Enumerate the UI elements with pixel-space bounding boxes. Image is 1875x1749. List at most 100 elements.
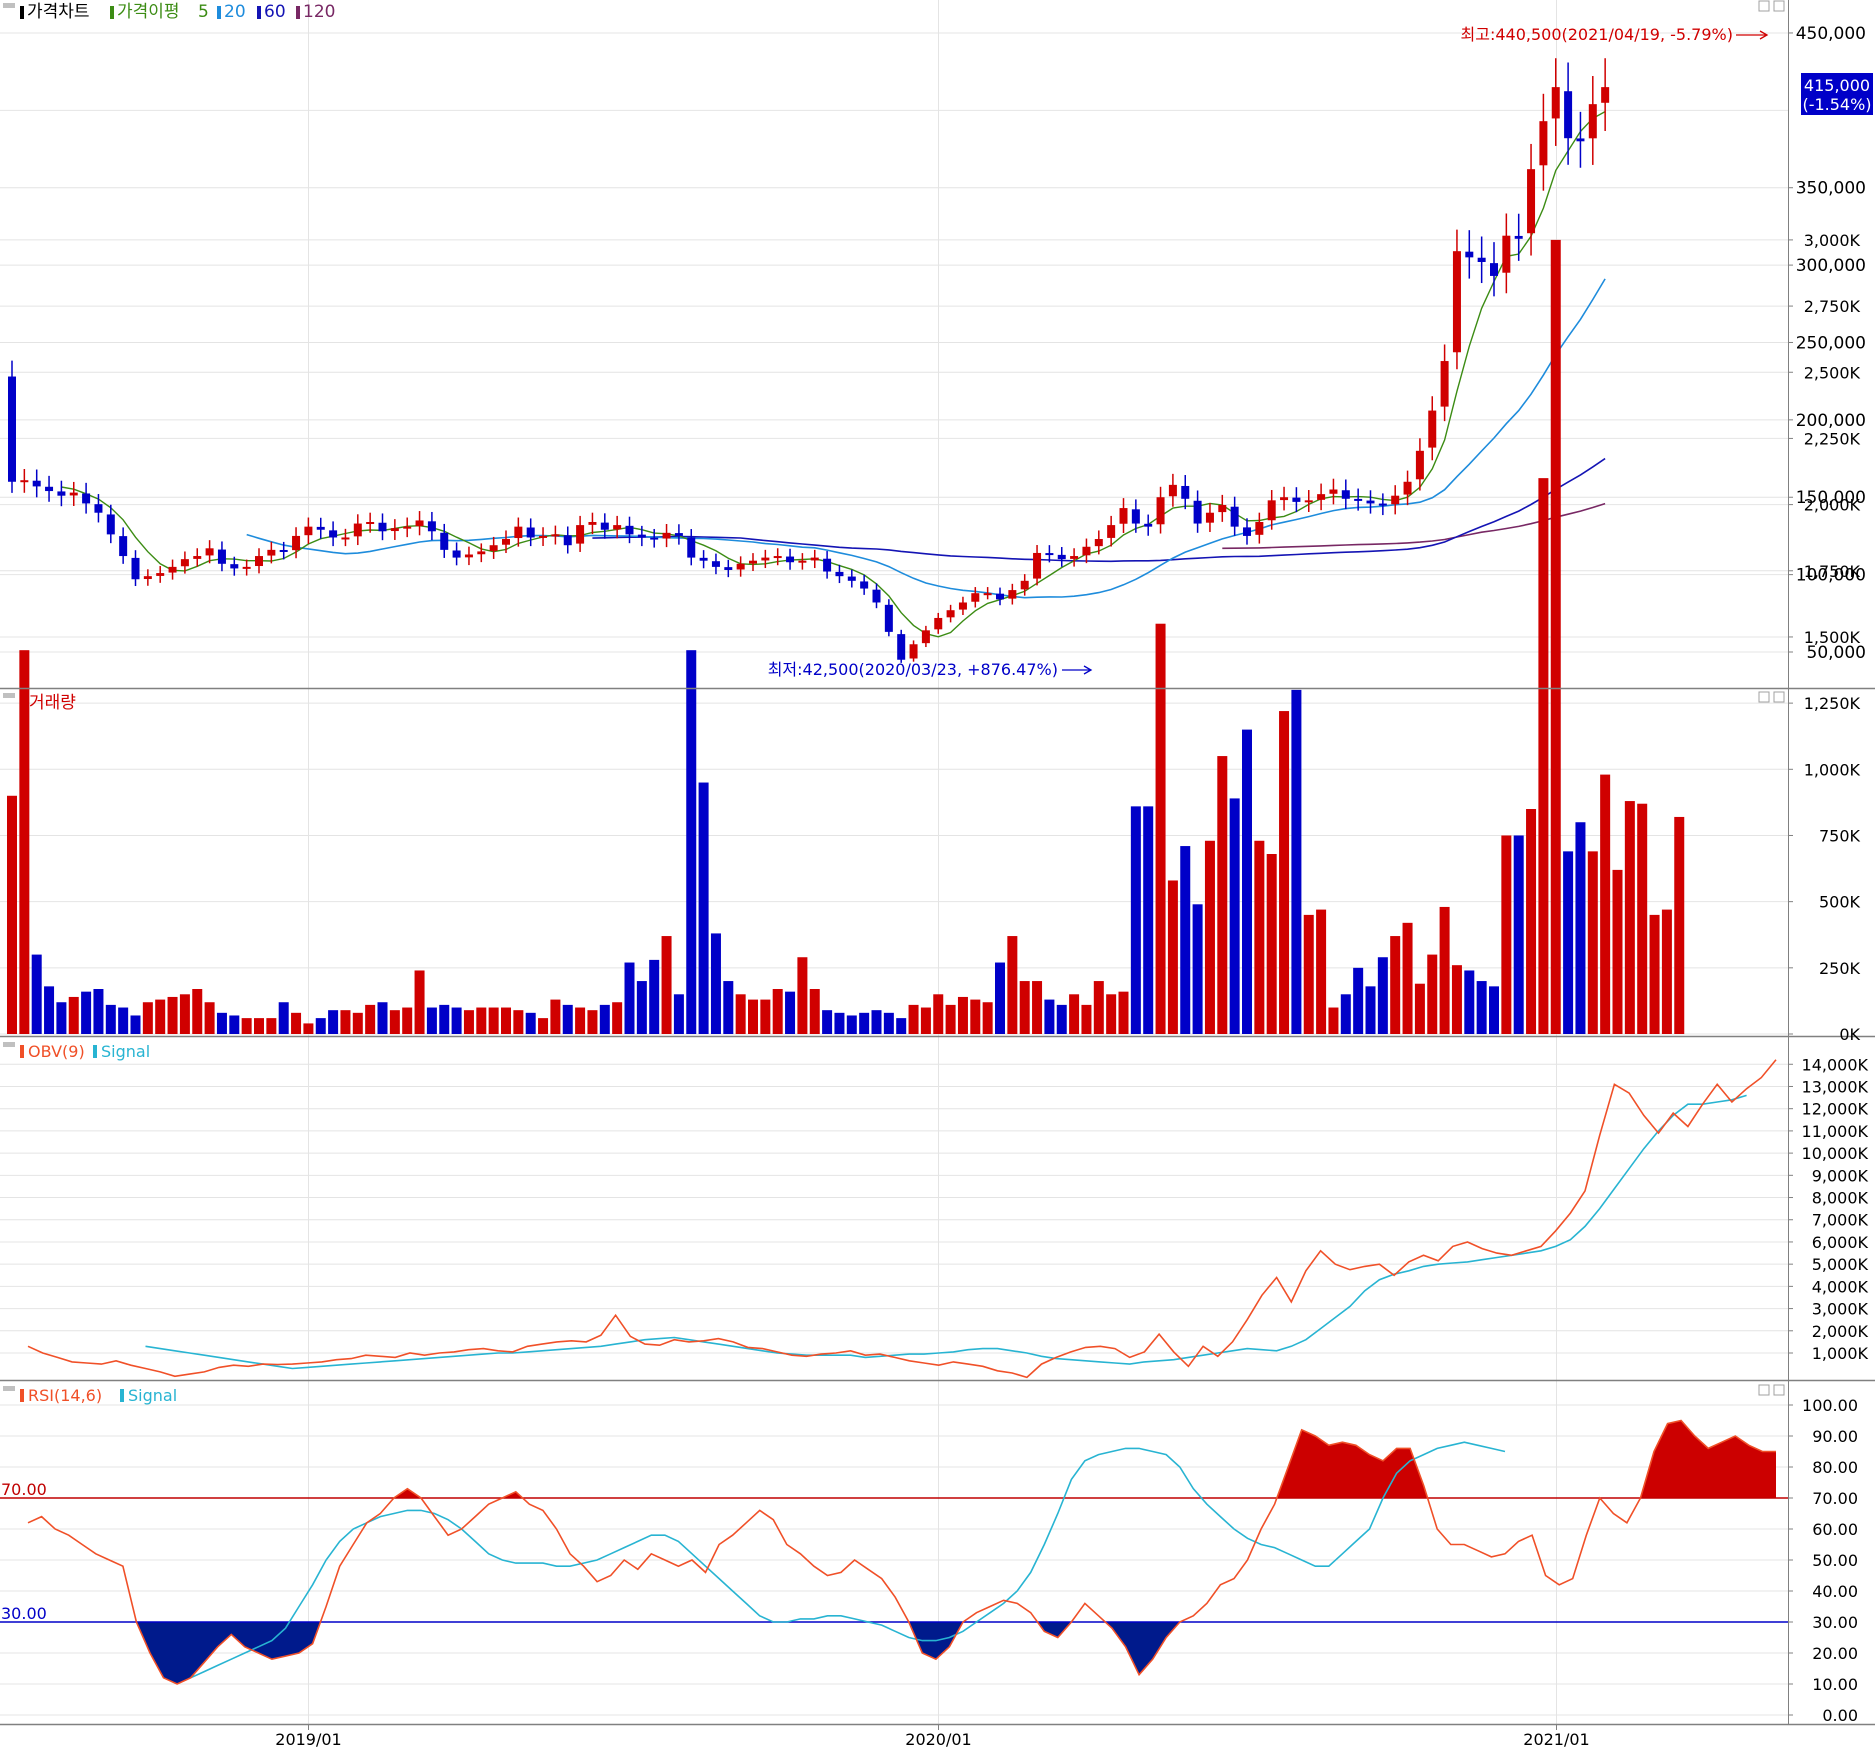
candle[interactable] bbox=[1057, 547, 1066, 567]
volume-bar[interactable] bbox=[920, 1007, 931, 1034]
candle[interactable] bbox=[1119, 498, 1128, 533]
candle-body[interactable] bbox=[600, 522, 609, 530]
volume-bar[interactable] bbox=[538, 1018, 549, 1034]
volume-bar[interactable] bbox=[1587, 851, 1598, 1034]
candles[interactable] bbox=[8, 58, 1610, 663]
volume-bar[interactable] bbox=[1563, 851, 1574, 1034]
volume-bar[interactable] bbox=[599, 1004, 610, 1034]
volume-bar[interactable] bbox=[587, 1010, 598, 1034]
volume-bar[interactable] bbox=[1044, 999, 1055, 1034]
candle-body[interactable] bbox=[8, 376, 16, 482]
candle[interactable] bbox=[353, 514, 362, 546]
volume-bar[interactable] bbox=[550, 999, 561, 1034]
candle-body[interactable] bbox=[366, 522, 375, 525]
volume-bar[interactable] bbox=[1056, 1004, 1067, 1034]
volume-bar[interactable] bbox=[155, 999, 166, 1034]
candle[interactable] bbox=[168, 559, 177, 580]
candle[interactable] bbox=[1008, 583, 1017, 605]
volume-bar[interactable] bbox=[1130, 806, 1141, 1034]
candle-body[interactable] bbox=[180, 559, 189, 567]
volume-bar[interactable] bbox=[661, 936, 672, 1034]
candle[interactable] bbox=[588, 512, 597, 535]
volume-bar[interactable] bbox=[1204, 840, 1215, 1034]
volume-bar[interactable] bbox=[513, 1010, 524, 1034]
volume-bar[interactable] bbox=[241, 1018, 252, 1034]
candle-body[interactable] bbox=[514, 526, 523, 539]
candle-body[interactable] bbox=[452, 550, 461, 558]
volume-bar[interactable] bbox=[68, 996, 79, 1034]
candle[interactable] bbox=[996, 587, 1004, 606]
volume-bar[interactable] bbox=[612, 1002, 623, 1034]
candle[interactable] bbox=[255, 548, 263, 574]
candle-body[interactable] bbox=[242, 566, 251, 569]
volume-bar[interactable] bbox=[365, 1004, 376, 1034]
candle-body[interactable] bbox=[1243, 527, 1251, 536]
candle[interactable] bbox=[1452, 229, 1461, 370]
candle-body[interactable] bbox=[736, 563, 745, 570]
candle[interactable] bbox=[1156, 486, 1165, 534]
candle-body[interactable] bbox=[934, 617, 943, 630]
candle[interactable] bbox=[57, 480, 66, 507]
candle-body[interactable] bbox=[156, 573, 165, 576]
candle-body[interactable] bbox=[1477, 257, 1486, 263]
volume-bar[interactable] bbox=[760, 999, 771, 1034]
panel-handle-icon[interactable] bbox=[3, 3, 15, 8]
volume-bar[interactable] bbox=[1081, 1004, 1092, 1034]
volume-bar[interactable] bbox=[1266, 854, 1277, 1034]
volume-bar[interactable] bbox=[1550, 239, 1561, 1034]
candle-body[interactable] bbox=[1341, 490, 1350, 499]
candle[interactable] bbox=[613, 515, 622, 539]
candle-body[interactable] bbox=[1267, 500, 1276, 521]
price-panel[interactable]: 최고:440,500(2021/04/19, -5.79%) 최저:42,500(… bbox=[8, 25, 1769, 679]
candle-body[interactable] bbox=[1082, 546, 1091, 556]
candle[interactable] bbox=[1465, 230, 1474, 279]
volume-bar[interactable] bbox=[834, 1012, 845, 1034]
candle-body[interactable] bbox=[106, 514, 115, 535]
candle-body[interactable] bbox=[576, 525, 585, 544]
candle[interactable] bbox=[1033, 545, 1042, 586]
volume-bar[interactable] bbox=[945, 1004, 956, 1034]
candle-body[interactable] bbox=[292, 535, 301, 551]
candle-body[interactable] bbox=[1292, 497, 1301, 502]
candle-body[interactable] bbox=[502, 539, 510, 545]
candle-body[interactable] bbox=[1391, 495, 1400, 505]
candle[interactable] bbox=[909, 640, 918, 662]
volume-bar[interactable] bbox=[1414, 983, 1425, 1034]
candle-body[interactable] bbox=[267, 549, 276, 556]
volume-bar[interactable] bbox=[1575, 822, 1586, 1034]
volume-bar[interactable] bbox=[1538, 478, 1549, 1034]
volume-bar[interactable] bbox=[1526, 809, 1537, 1034]
volume-bar[interactable] bbox=[315, 1018, 326, 1034]
candle[interactable] bbox=[1082, 538, 1091, 564]
candle-body[interactable] bbox=[464, 554, 473, 558]
volume-bar[interactable] bbox=[1007, 936, 1018, 1034]
candle-body[interactable] bbox=[1057, 554, 1066, 560]
candle[interactable] bbox=[946, 604, 955, 623]
candle-body[interactable] bbox=[57, 491, 66, 496]
candle-body[interactable] bbox=[1428, 410, 1437, 448]
price-panel-controls[interactable] bbox=[1758, 0, 1785, 12]
candle[interactable] bbox=[786, 548, 795, 570]
candle[interactable] bbox=[1588, 76, 1597, 165]
candle-body[interactable] bbox=[1020, 580, 1029, 590]
candle-body[interactable] bbox=[1317, 494, 1326, 500]
candle-body[interactable] bbox=[1514, 235, 1523, 239]
volume-bar[interactable] bbox=[1661, 909, 1672, 1034]
volume-bar[interactable] bbox=[896, 1018, 907, 1034]
panel-handle-icon[interactable] bbox=[3, 1386, 15, 1391]
volume-bar[interactable] bbox=[1390, 936, 1401, 1034]
candle-body[interactable] bbox=[588, 522, 597, 525]
candle-body[interactable] bbox=[329, 530, 338, 538]
candle-body[interactable] bbox=[316, 526, 325, 530]
close-icon[interactable] bbox=[1773, 691, 1785, 703]
volume-bar[interactable] bbox=[1019, 981, 1030, 1034]
volume-bar[interactable] bbox=[1316, 909, 1327, 1034]
candle[interactable] bbox=[1107, 515, 1116, 547]
volume-bar[interactable] bbox=[31, 954, 42, 1034]
volume-bar[interactable] bbox=[1242, 729, 1252, 1034]
candle[interactable] bbox=[1564, 62, 1573, 165]
volume-bar[interactable] bbox=[1365, 986, 1376, 1034]
candle-body[interactable] bbox=[279, 549, 288, 552]
candle-body[interactable] bbox=[909, 644, 918, 659]
candle[interactable] bbox=[464, 546, 473, 566]
